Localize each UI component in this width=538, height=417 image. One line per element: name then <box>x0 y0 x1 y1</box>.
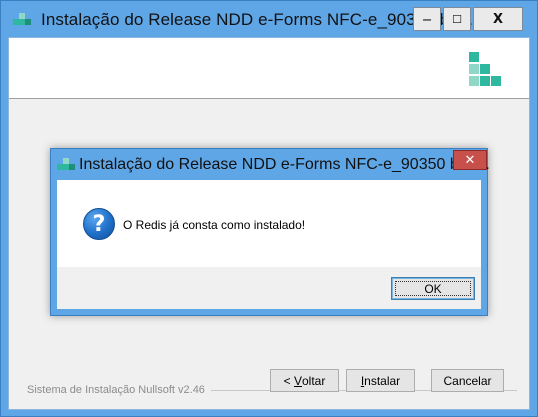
back-button[interactable]: < Voltar <box>270 369 339 392</box>
dialog-message: O Redis já consta como instalado! <box>123 218 306 232</box>
installer-app-icon <box>13 13 31 29</box>
install-button[interactable]: Instalar <box>346 369 415 392</box>
ok-button-focus-ring <box>395 281 471 296</box>
dialog-app-icon <box>57 158 75 174</box>
ok-button[interactable]: OK <box>391 277 475 300</box>
dialog-close-button[interactable]: ✕ <box>453 150 487 170</box>
dialog-footer: OK <box>57 267 481 309</box>
back-button-mnemonic: V <box>293 373 302 388</box>
window-titlebar[interactable]: Instalação do Release NDD e-Forms NFC-e_… <box>1 1 537 37</box>
ndd-brand-logo <box>469 52 503 86</box>
back-button-prefix: < <box>283 373 294 388</box>
cancel-button-label: Cancelar <box>443 373 492 388</box>
cancel-button[interactable]: Cancelar <box>431 369 504 392</box>
back-button-label: oltar <box>302 373 326 388</box>
nsis-branding-text: Sistema de Instalação Nullsoft v2.46 <box>27 384 211 396</box>
maximize-button[interactable]: ☐ <box>443 7 471 31</box>
close-button[interactable]: X <box>473 7 523 31</box>
message-dialog: Instalação do Release NDD e-Forms NFC-e_… <box>50 148 490 316</box>
minimize-button[interactable]: ‒ <box>413 7 441 31</box>
header-band <box>9 38 529 99</box>
dialog-title: Instalação do Release NDD e-Forms NFC-e_… <box>79 156 490 173</box>
install-button-label: nstalar <box>364 373 401 388</box>
dialog-body: ? O Redis já consta como instalado! <box>57 180 481 267</box>
question-icon: ? <box>83 208 115 240</box>
